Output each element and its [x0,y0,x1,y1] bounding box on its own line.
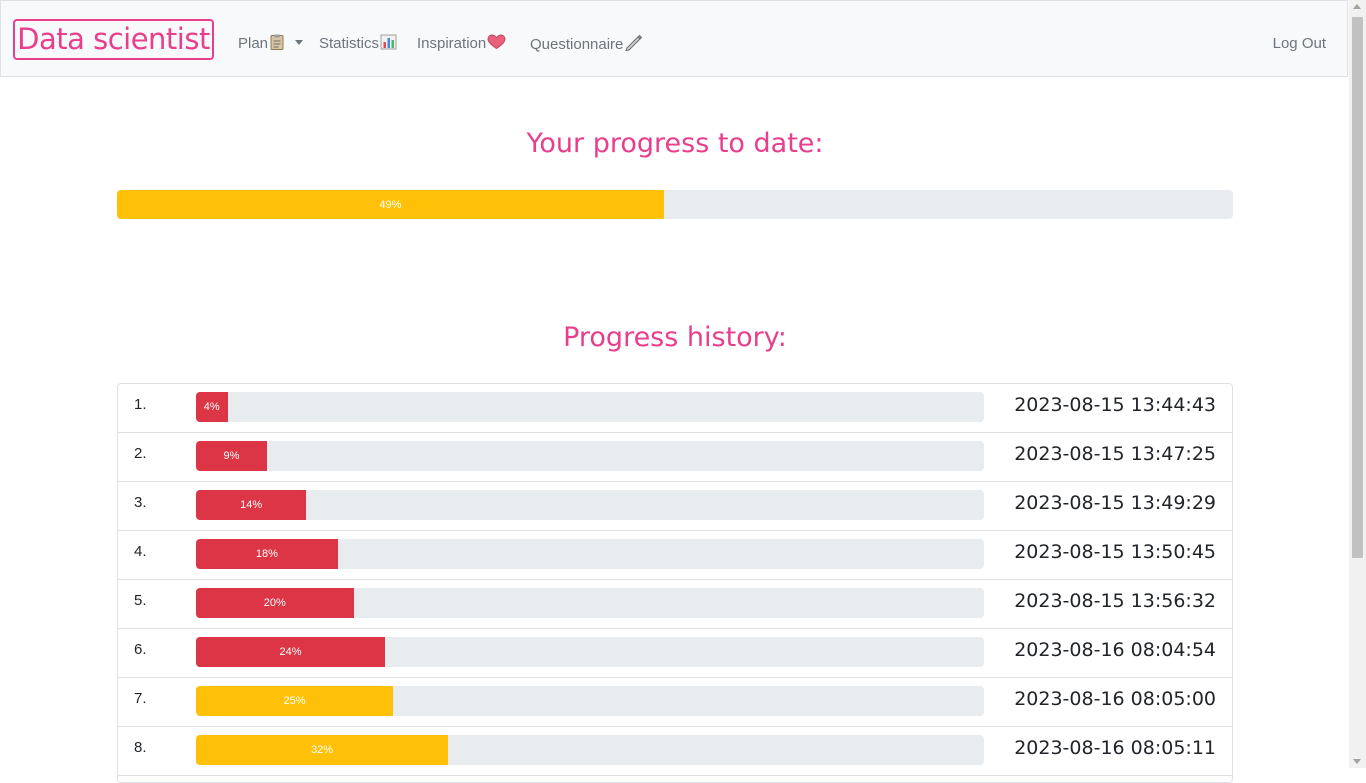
page-scrollbar[interactable] [1349,0,1366,768]
progress-history-list: 1. 4% 2023-08-15 13:44:43 2. 9% 2023-08-15 13… [117,383,1233,783]
history-progress-bar: 18% [196,539,984,569]
current-progress-bar: 49% [117,190,1233,219]
history-progress-fill: 14% [196,490,307,520]
history-index: 4. [134,543,147,560]
history-progress-fill: 9% [196,441,267,471]
history-progress-fill: 32% [196,735,449,765]
chevron-down-icon [295,40,304,45]
history-timestamp: 2023-08-15 13:56:32 [1014,590,1216,612]
list-item: 6. 24% 2023-08-16 08:04:54 [118,629,1232,678]
nav-plan-dropdown[interactable]: Plan [238,33,304,55]
history-progress-bar: 14% [196,490,984,520]
nav-statistics-label: Statistics [319,35,380,52]
history-index: 5. [134,592,147,609]
history-index: 1. [134,396,147,413]
list-item: 1. 4% 2023-08-15 13:44:43 [118,384,1232,433]
history-index: 8. [134,739,147,756]
navbar: Data scientist Plan Statistics Inspirati… [0,0,1348,77]
list-item: 5. 20% 2023-08-15 13:56:32 [118,580,1232,629]
history-progress-fill: 4% [196,392,228,422]
history-timestamp: 2023-08-15 13:50:45 [1014,541,1216,563]
list-item: 2. 9% 2023-08-15 13:47:25 [118,433,1232,482]
history-progress-fill: 25% [196,686,393,716]
progress-history-heading: Progress history: [563,322,787,353]
history-timestamp: 2023-08-15 13:47:25 [1014,443,1216,465]
heart-icon [487,34,506,50]
history-progress-fill: 18% [196,539,338,569]
history-timestamp: 2023-08-15 13:49:29 [1014,492,1216,514]
current-progress-fill: 49% [117,190,664,219]
history-index: 2. [134,445,147,462]
history-progress-fill: 24% [196,637,386,667]
current-progress-heading: Your progress to date: [526,128,824,159]
history-index: 7. [134,690,147,707]
history-timestamp: 2023-08-16 08:05:11 [1014,737,1216,759]
history-index: 6. [134,641,147,658]
brand-logo[interactable]: Data scientist [13,19,214,60]
list-item: 3. 14% 2023-08-15 13:49:29 [118,482,1232,531]
history-progress-bar: 32% [196,735,984,765]
history-timestamp: 2023-08-16 08:04:54 [1014,639,1216,661]
nav-questionnaire[interactable]: Questionnaire [530,33,643,55]
history-progress-bar: 25% [196,686,984,716]
nav-inspiration-label: Inspiration [417,35,487,52]
history-timestamp: 2023-08-15 13:44:43 [1014,394,1216,416]
history-progress-bar: 4% [196,392,984,422]
history-progress-fill: 20% [196,588,354,618]
clipboard-icon [269,34,286,50]
history-timestamp: 2023-08-16 08:05:00 [1014,688,1216,710]
logout-link[interactable]: Log Out [1273,33,1326,55]
scrollbar-thumb[interactable] [1352,17,1363,558]
bar-chart-icon [380,34,397,50]
list-item: 7. 25% 2023-08-16 08:05:00 [118,678,1232,727]
pencil-icon [624,33,643,52]
scroll-down-icon[interactable] [1353,759,1361,764]
history-progress-bar: 24% [196,637,984,667]
nav-inspiration[interactable]: Inspiration [417,33,506,55]
history-progress-bar: 9% [196,441,984,471]
nav-questionnaire-label: Questionnaire [530,36,624,53]
scroll-up-icon[interactable] [1353,4,1361,9]
nav-plan-label: Plan [238,35,269,52]
list-item: 4. 18% 2023-08-15 13:50:45 [118,531,1232,580]
history-progress-bar: 20% [196,588,984,618]
nav-statistics[interactable]: Statistics [319,33,397,55]
list-item: 8. 32% 2023-08-16 08:05:11 [118,727,1232,776]
history-index: 3. [134,494,147,511]
